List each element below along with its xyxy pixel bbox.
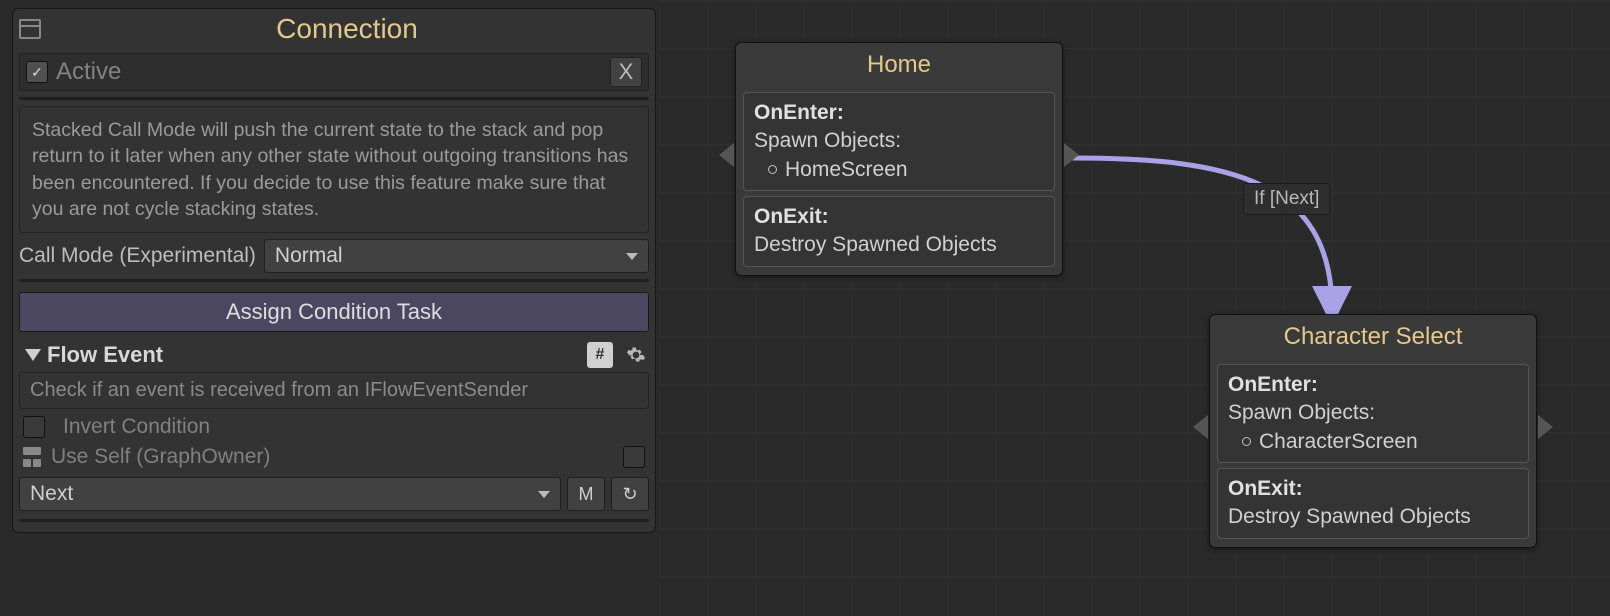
node-onexit-section: OnExit: Destroy Spawned Objects xyxy=(1217,468,1529,539)
chevron-down-icon xyxy=(538,491,550,498)
node-onenter-section: OnEnter: Spawn Objects: CharacterScreen xyxy=(1217,364,1529,463)
assign-condition-task-button[interactable]: Assign Condition Task xyxy=(19,292,649,332)
spawn-item: HomeScreen xyxy=(785,156,908,184)
m-button[interactable]: M xyxy=(567,477,605,511)
port-in-icon[interactable] xyxy=(719,143,734,167)
event-value-dropdown[interactable]: Next xyxy=(19,477,561,511)
active-label: Active xyxy=(56,58,610,86)
separator xyxy=(19,519,649,522)
chevron-down-icon xyxy=(626,253,638,260)
reload-button[interactable]: ↻ xyxy=(611,477,649,511)
flow-event-description: Check if an event is received from an IF… xyxy=(19,372,649,409)
call-mode-value: Normal xyxy=(275,244,343,268)
spawn-objects-label: Spawn Objects: xyxy=(1228,399,1518,427)
call-mode-info: Stacked Call Mode will push the current … xyxy=(19,106,649,233)
close-button[interactable]: X xyxy=(610,57,642,87)
call-mode-dropdown[interactable]: Normal xyxy=(264,239,649,273)
node-onexit-section: OnExit: Destroy Spawned Objects xyxy=(743,196,1055,267)
onexit-action: Destroy Spawned Objects xyxy=(1228,503,1518,531)
node-character-select[interactable]: Character Select OnEnter: Spawn Objects:… xyxy=(1209,314,1537,548)
invert-condition-label: Invert Condition xyxy=(63,415,210,439)
use-self-checkbox[interactable] xyxy=(623,446,645,468)
active-row: ✓ Active X xyxy=(19,53,649,91)
edge-condition-label[interactable]: If [Next] xyxy=(1243,183,1330,215)
node-title: Home xyxy=(736,43,1062,87)
window-icon[interactable] xyxy=(19,19,41,39)
active-checkbox[interactable]: ✓ xyxy=(26,61,48,83)
spawn-objects-label: Spawn Objects: xyxy=(754,127,1044,155)
separator xyxy=(19,279,649,282)
onexit-label: OnExit: xyxy=(754,205,829,228)
call-mode-label: Call Mode (Experimental) xyxy=(19,244,256,268)
onexit-action: Destroy Spawned Objects xyxy=(754,231,1044,259)
invert-condition-checkbox[interactable] xyxy=(23,416,45,438)
hash-button[interactable]: # xyxy=(587,342,613,368)
port-in-icon[interactable] xyxy=(1193,415,1208,439)
flow-event-title: Flow Event xyxy=(47,342,581,368)
onexit-label: OnExit: xyxy=(1228,477,1303,500)
node-onenter-section: OnEnter: Spawn Objects: HomeScreen xyxy=(743,92,1055,191)
onenter-label: OnEnter: xyxy=(1228,373,1318,396)
onenter-label: OnEnter: xyxy=(754,101,844,124)
gear-icon[interactable] xyxy=(625,344,647,366)
target-icon xyxy=(23,447,41,467)
port-out-icon[interactable] xyxy=(1538,415,1553,439)
port-out-icon[interactable] xyxy=(1064,143,1079,167)
spawn-item: CharacterScreen xyxy=(1259,428,1418,456)
use-self-label: Use Self (GraphOwner) xyxy=(51,445,270,469)
event-value: Next xyxy=(30,482,73,506)
collapse-toggle-icon[interactable] xyxy=(25,349,41,361)
node-title: Character Select xyxy=(1210,315,1536,359)
node-home[interactable]: Home OnEnter: Spawn Objects: HomeScreen … xyxy=(735,42,1063,276)
separator xyxy=(19,97,649,100)
inspector-panel: Connection ✓ Active X Stacked Call Mode … xyxy=(12,8,656,533)
panel-title: Connection xyxy=(49,13,645,45)
